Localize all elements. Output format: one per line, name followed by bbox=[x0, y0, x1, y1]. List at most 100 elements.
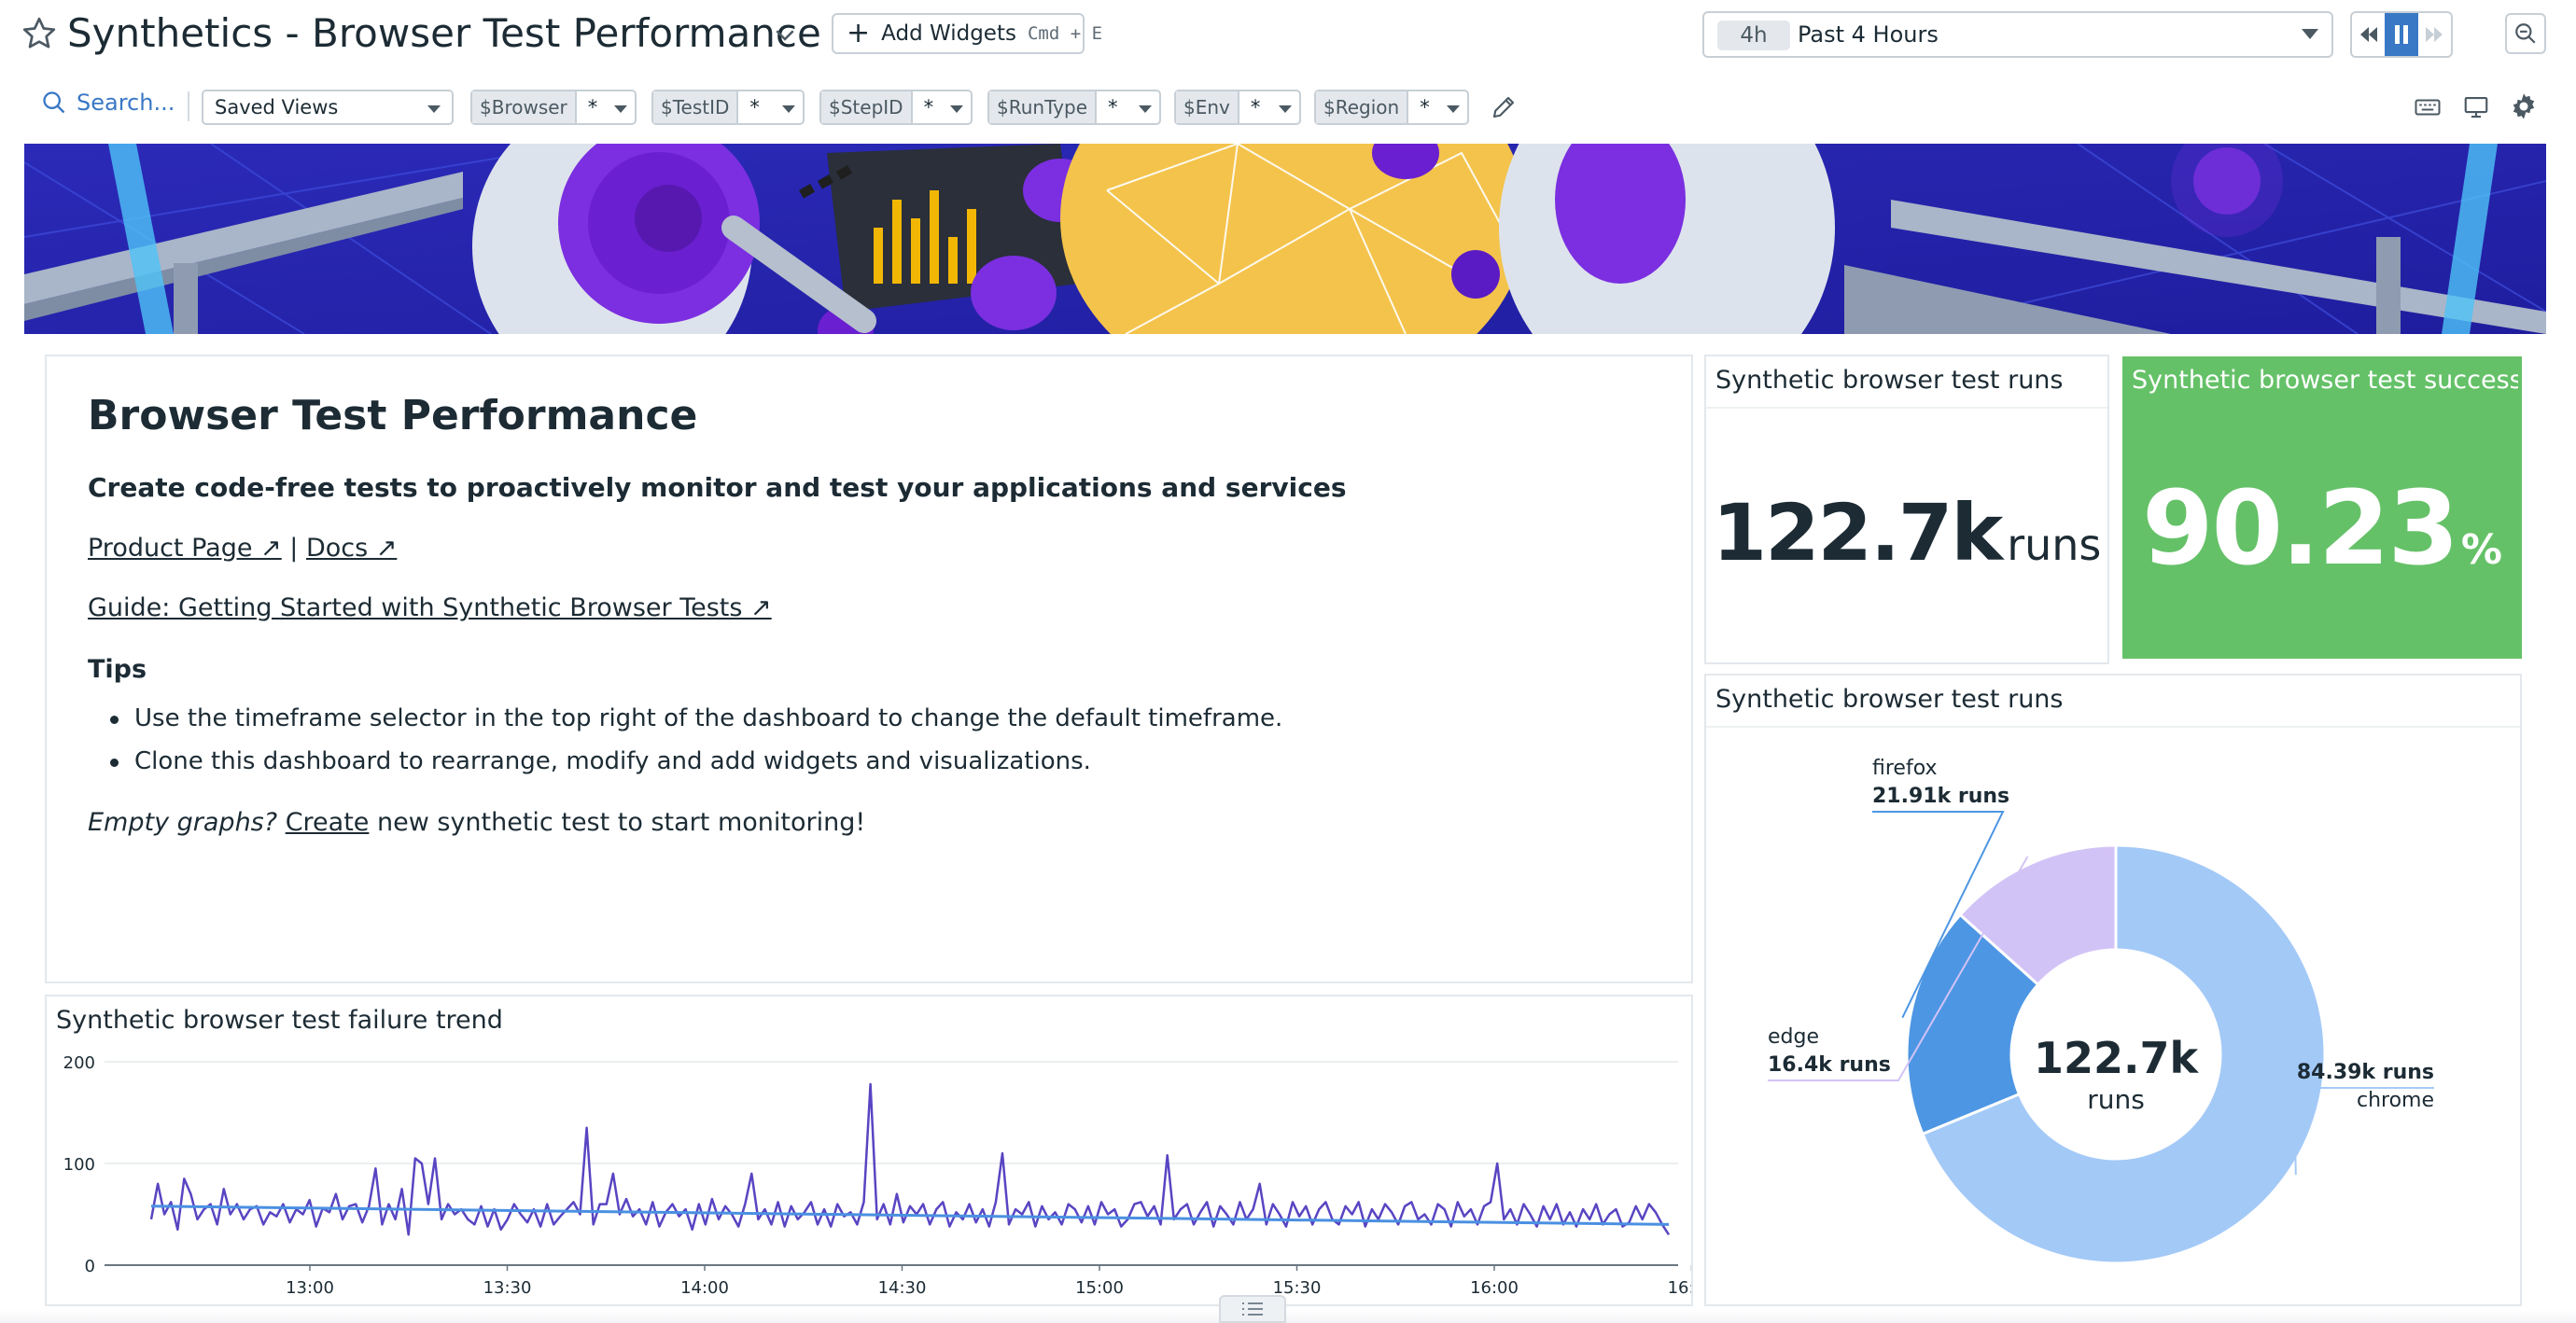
template-var-name: $Region bbox=[1316, 91, 1409, 123]
pause-icon bbox=[2394, 25, 2408, 44]
star-icon[interactable] bbox=[21, 15, 58, 52]
caret-down-icon bbox=[1279, 105, 1292, 113]
template-var-testid[interactable]: $TestID * bbox=[651, 90, 805, 125]
note-subtitle: Create code-free tests to proactively mo… bbox=[88, 472, 1347, 503]
caret-down-icon bbox=[782, 105, 795, 113]
saved-views-label: Saved Views bbox=[215, 96, 339, 118]
list-item: Use the timeframe selector in the top ri… bbox=[88, 700, 1282, 743]
product-page-link[interactable]: Product Page ↗ bbox=[88, 534, 282, 563]
dashboard-header: Synthetics - Browser Test Performance + … bbox=[0, 0, 2576, 142]
zoom-out-icon bbox=[2515, 23, 2536, 44]
add-widgets-label: Add Widgets bbox=[881, 21, 1016, 46]
search-button[interactable]: Search... bbox=[41, 90, 175, 116]
widget-title: Synthetic browser test runs bbox=[1715, 366, 2064, 395]
runs-value: 122.7k runs bbox=[1706, 487, 2107, 578]
template-var-value[interactable]: * bbox=[1408, 91, 1467, 123]
template-var-value[interactable]: * bbox=[577, 91, 635, 123]
search-label: Search... bbox=[77, 90, 175, 116]
success-rate-widget[interactable]: Synthetic browser test success... 90.23% bbox=[2122, 356, 2522, 659]
template-var-value[interactable]: * bbox=[913, 91, 971, 123]
zoom-out-button[interactable] bbox=[2505, 13, 2546, 54]
saved-views-select[interactable]: Saved Views bbox=[202, 90, 454, 125]
donut-center-unit: runs bbox=[2087, 1084, 2145, 1115]
widget-title: Synthetic browser test failure trend bbox=[56, 1006, 503, 1035]
note-links: Product Page ↗ | Docs ↗ bbox=[88, 534, 397, 563]
tips-list: Use the timeframe selector in the top ri… bbox=[88, 700, 1282, 786]
empty-graphs-prefix: Empty graphs? bbox=[88, 808, 278, 837]
runs-by-browser-widget[interactable]: Synthetic browser test runs chrome 84.39k… bbox=[1704, 674, 2522, 1306]
template-var-name: $Browser bbox=[472, 91, 577, 123]
failure-series-line[interactable] bbox=[149, 1082, 1671, 1236]
success-value: 90.23% bbox=[2122, 468, 2522, 588]
add-widgets-button[interactable]: + Add Widgets Cmd + E bbox=[832, 13, 1102, 54]
failure-trend-widget[interactable]: Synthetic browser test failure trend 0 10… bbox=[45, 995, 1693, 1306]
pencil-icon[interactable] bbox=[1490, 93, 1518, 121]
dashboard-banner-image bbox=[24, 144, 2546, 334]
caret-down-icon bbox=[614, 105, 627, 113]
rewind-button[interactable] bbox=[2352, 13, 2385, 56]
timeframe-selector[interactable]: 4h Past 4 Hours bbox=[1702, 11, 2333, 58]
donut-label-value: 84.39k runs bbox=[2297, 1061, 2434, 1084]
time-badge: 4h bbox=[1717, 21, 1790, 50]
caret-down-icon bbox=[1139, 105, 1152, 113]
runs-unit: runs bbox=[2007, 520, 2102, 570]
template-var-name: $RunType bbox=[989, 91, 1098, 123]
y-tick-label: 100 bbox=[63, 1155, 95, 1175]
divider bbox=[188, 91, 189, 121]
caret-down-icon bbox=[2302, 29, 2318, 39]
docs-link[interactable]: Docs ↗ bbox=[306, 534, 397, 563]
template-var-value[interactable]: * bbox=[1239, 91, 1299, 123]
x-tick-label: 14:00 bbox=[680, 1278, 729, 1298]
donut-label-value: 16.4k runs bbox=[1768, 1053, 1891, 1077]
y-tick-label: 200 bbox=[63, 1053, 95, 1073]
template-var-stepid[interactable]: $StepID * bbox=[819, 90, 973, 125]
template-var-region[interactable]: $Region * bbox=[1314, 90, 1469, 125]
chevron-down-icon[interactable] bbox=[771, 21, 799, 49]
donut-label-name: firefox bbox=[1872, 757, 1938, 780]
empty-graphs-note: Empty graphs? Create new synthetic test … bbox=[88, 808, 865, 837]
note-widget: Browser Test Performance Create code-fre… bbox=[45, 355, 1693, 983]
template-var-value[interactable]: * bbox=[1097, 91, 1159, 123]
dashboard-title[interactable]: Synthetics - Browser Test Performance bbox=[67, 7, 821, 60]
runs-query-value-widget[interactable]: Synthetic browser test runs 122.7k runs bbox=[1704, 355, 2109, 664]
guide-link[interactable]: Guide: Getting Started with Synthetic Br… bbox=[88, 593, 772, 622]
donut-label-name: chrome bbox=[2357, 1089, 2434, 1112]
donut-label-value: 21.91k runs bbox=[1872, 785, 2009, 808]
trend-line-chart: 010020013:00 13:30 14:00 14:30 15:00 15:30 16:… bbox=[63, 1053, 1691, 1298]
footer-drawer-handle[interactable] bbox=[1219, 1295, 1286, 1323]
caret-down-icon bbox=[950, 105, 963, 113]
tv-mode-icon[interactable] bbox=[2462, 93, 2490, 121]
template-var-runtype[interactable]: $RunType * bbox=[987, 90, 1161, 125]
donut-chart: chrome 84.39k runs firefox 21.91k runs edge 1… bbox=[1768, 757, 2434, 1265]
fast-forward-button[interactable] bbox=[2418, 13, 2451, 56]
empty-graphs-suffix: new synthetic test to start monitoring! bbox=[369, 808, 866, 837]
keyboard-icon[interactable] bbox=[2414, 93, 2442, 121]
widget-title: Synthetic browser test runs bbox=[1715, 685, 2064, 714]
plus-icon: + bbox=[847, 17, 871, 49]
add-widgets-shortcut: Cmd + E bbox=[1027, 23, 1103, 44]
link-separator: | bbox=[281, 534, 306, 563]
runs-number: 122.7k bbox=[1712, 487, 2004, 578]
y-tick-label: 0 bbox=[85, 1257, 95, 1276]
list-item: Clone this dashboard to rearrange, modif… bbox=[88, 743, 1282, 786]
create-test-link[interactable]: Create bbox=[286, 808, 370, 837]
divider bbox=[1706, 407, 2107, 409]
template-var-name: $Env bbox=[1176, 91, 1239, 123]
note-title: Browser Test Performance bbox=[88, 392, 698, 439]
tips-heading: Tips bbox=[88, 655, 147, 684]
x-tick-label: 16:00 bbox=[1470, 1278, 1519, 1298]
template-var-name: $StepID bbox=[821, 91, 913, 123]
footer-shade bbox=[0, 1310, 2576, 1323]
playback-controls bbox=[2350, 11, 2453, 58]
caret-down-icon bbox=[427, 105, 441, 113]
success-unit: % bbox=[2460, 526, 2503, 574]
template-var-browser[interactable]: $Browser * bbox=[470, 90, 637, 125]
template-var-env[interactable]: $Env * bbox=[1174, 90, 1301, 125]
widget-title: Synthetic browser test success... bbox=[2132, 366, 2518, 395]
x-tick-label: 14:30 bbox=[878, 1278, 927, 1298]
donut-label-name: edge bbox=[1768, 1025, 1819, 1049]
gear-icon[interactable] bbox=[2509, 91, 2539, 121]
pause-button[interactable] bbox=[2385, 13, 2418, 56]
template-var-value[interactable]: * bbox=[738, 91, 803, 123]
x-tick-label: 13:00 bbox=[286, 1278, 334, 1298]
